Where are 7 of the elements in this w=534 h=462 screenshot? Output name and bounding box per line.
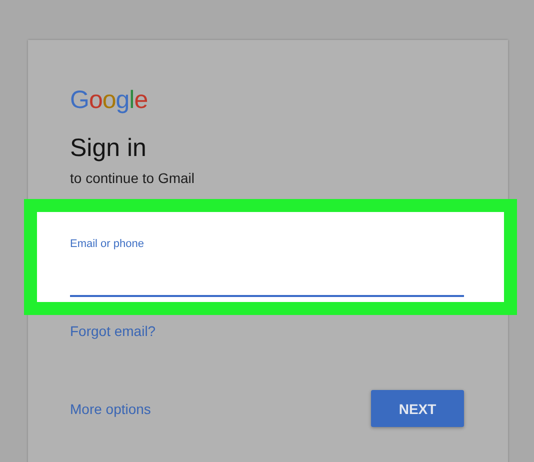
sign-in-title: Sign in	[70, 133, 146, 163]
google-logo: Google	[70, 85, 148, 115]
more-options-link[interactable]: More options	[70, 400, 151, 416]
sign-in-subtitle: to continue to Gmail	[70, 169, 195, 187]
forgot-email-link[interactable]: Forgot email?	[70, 323, 156, 339]
next-button[interactable]: NEXT	[371, 390, 464, 427]
email-label: Email or phone	[70, 237, 145, 251]
